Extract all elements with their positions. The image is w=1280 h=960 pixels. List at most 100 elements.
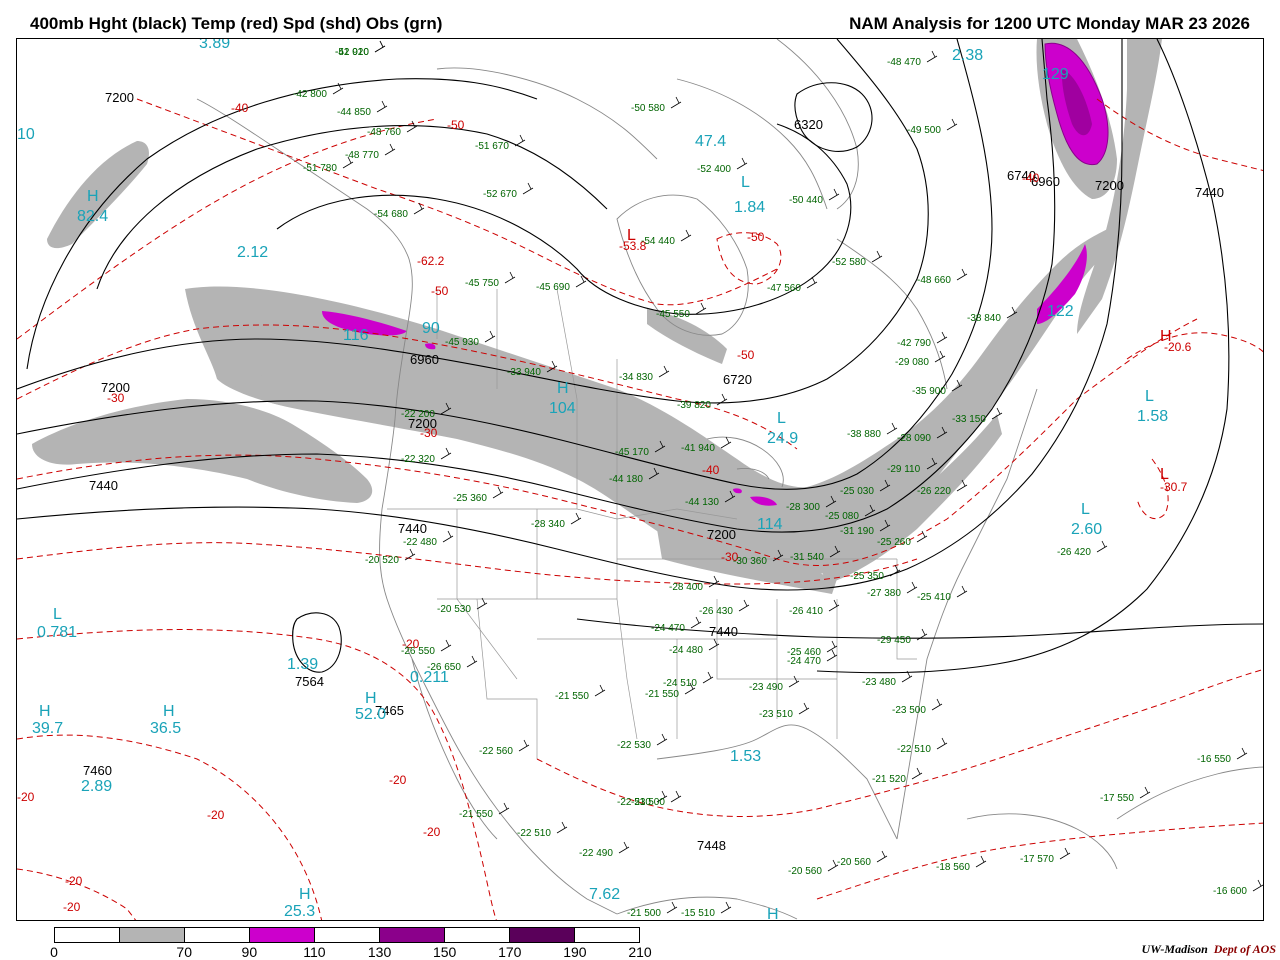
temp-label: -30 <box>107 391 125 405</box>
station-obs: -26 650 <box>427 662 461 673</box>
station-obs: -54 680 <box>374 209 408 220</box>
wind-barb <box>906 581 918 594</box>
height-label: 7440 <box>709 624 738 639</box>
station-obs: -21 550 <box>459 809 493 820</box>
station-obs: -22 480 <box>403 537 437 548</box>
station-obs: -29 450 <box>877 635 911 646</box>
low-marker: L <box>627 227 636 244</box>
station-obs: -52 580 <box>832 257 866 268</box>
speed-label: L <box>1145 388 1154 405</box>
wind-barb <box>498 802 510 815</box>
speed-label: 10 <box>17 126 35 143</box>
height-label: 7200 <box>707 527 736 542</box>
station-obs: -33 940 <box>507 367 541 378</box>
wind-barb <box>720 436 732 449</box>
wind-barb <box>788 675 800 688</box>
height-label: 7200 <box>1095 178 1124 193</box>
temp-label: -20 <box>63 900 81 914</box>
station-obs: -24 470 <box>787 656 821 667</box>
station-obs: -45 930 <box>445 337 479 348</box>
speed-label: 129 <box>1042 66 1069 83</box>
station-obs: -23 480 <box>862 677 896 688</box>
station-obs: -51 670 <box>475 141 509 152</box>
station-obs: -29 080 <box>895 357 929 368</box>
caribbean <box>1116 766 1263 820</box>
station-obs: -20 560 <box>837 857 871 868</box>
wind-barb <box>911 767 923 780</box>
temp-label: -50 <box>431 284 449 298</box>
station-obs: -25 410 <box>917 592 951 603</box>
speed-label: 25.3 <box>284 903 315 920</box>
station-obs: -25 030 <box>840 486 874 497</box>
wind-barb <box>518 739 530 752</box>
station-obs: -21 550 <box>645 689 679 700</box>
wind-barb <box>522 182 534 195</box>
temp-label: -50 <box>747 230 765 244</box>
colorbar-segment <box>55 928 120 942</box>
station-obs: -23 490 <box>749 682 783 693</box>
credit-org: UW-Madison <box>1141 942 1208 956</box>
wind-barb <box>1059 847 1071 860</box>
station-obs: -26 430 <box>699 606 733 617</box>
speed-label: 1.39 <box>287 656 318 673</box>
station-obs: -23 500 <box>892 705 926 716</box>
station-obs: -16 550 <box>1197 754 1231 765</box>
wind-barb <box>828 188 840 201</box>
wind-barb <box>492 486 504 499</box>
station-obs: -44 850 <box>337 107 371 118</box>
colorbar-tick-label: 190 <box>563 944 587 960</box>
chart-title: 400mb Hght (black) Temp (red) Spd (shd) … <box>30 14 443 33</box>
low-marker: L <box>1160 466 1169 483</box>
wind-barb <box>658 365 670 378</box>
colorbar-segment <box>315 928 380 942</box>
wind-barb <box>826 649 838 662</box>
station-obs: -48 660 <box>917 275 951 286</box>
colorbar-segment <box>575 928 639 942</box>
height-label: 7440 <box>89 478 118 493</box>
temp-label: -50 <box>447 118 465 132</box>
colorbar-tick-label: 210 <box>628 944 652 960</box>
station-obs: -28 090 <box>897 433 931 444</box>
speed-label: H <box>163 703 175 720</box>
temp-label: -20 <box>389 773 407 787</box>
wind-barb <box>594 684 606 697</box>
station-obs: -25 350 <box>850 571 884 582</box>
speed-label: 2.12 <box>237 244 268 261</box>
colorbar-tick-label: 150 <box>432 944 457 960</box>
speed-label: 0.781 <box>37 624 77 641</box>
speed-label: 47.4 <box>695 133 726 150</box>
station-obs: -23 500 <box>631 797 665 808</box>
wind-barb <box>936 737 948 750</box>
station-obs: -45 170 <box>615 447 649 458</box>
station-obs: -30 360 <box>733 556 767 567</box>
station-observations: -41 020-42 800-44 850-48 760-48 770-51 7… <box>293 40 1263 919</box>
station-obs: -38 840 <box>967 313 1001 324</box>
station-obs: -22 510 <box>897 744 931 755</box>
station-obs: -50 440 <box>789 195 823 206</box>
speed-label: 24.9 <box>767 430 798 447</box>
valid-time-title: NAM Analysis for 1200 UTC Monday MAR 23 … <box>849 14 1250 33</box>
wind-barb <box>466 655 478 668</box>
weather-map: 7200 7200 6320 6720 6960 7200 7440 7440 … <box>16 38 1264 921</box>
speed-label: 1.53 <box>730 748 761 765</box>
speed-label: H <box>39 703 51 720</box>
credit-label: UW-Madison Dept of AOS <box>1142 942 1276 957</box>
speed-label: 90 <box>422 320 440 337</box>
speed-label: 36.5 <box>150 720 181 737</box>
wind-barb <box>695 302 707 315</box>
temp-label: -20 <box>207 808 225 822</box>
north-america-coast-west <box>196 98 618 915</box>
station-obs: -48 770 <box>345 150 379 161</box>
station-obs: -17 570 <box>1020 854 1054 865</box>
station-obs: -48 760 <box>367 127 401 138</box>
speed-label: L <box>53 606 62 623</box>
speed-label: 2.38 <box>952 47 983 64</box>
height-label: 6960 <box>410 352 439 367</box>
wind-barb <box>440 639 452 652</box>
speed-label: 116 <box>343 327 369 344</box>
station-obs: -25 260 <box>877 537 911 548</box>
station-obs: -29 110 <box>887 464 921 475</box>
speed-label: L <box>1081 501 1090 518</box>
wind-barb <box>936 331 948 344</box>
station-obs: -15 510 <box>681 908 715 919</box>
